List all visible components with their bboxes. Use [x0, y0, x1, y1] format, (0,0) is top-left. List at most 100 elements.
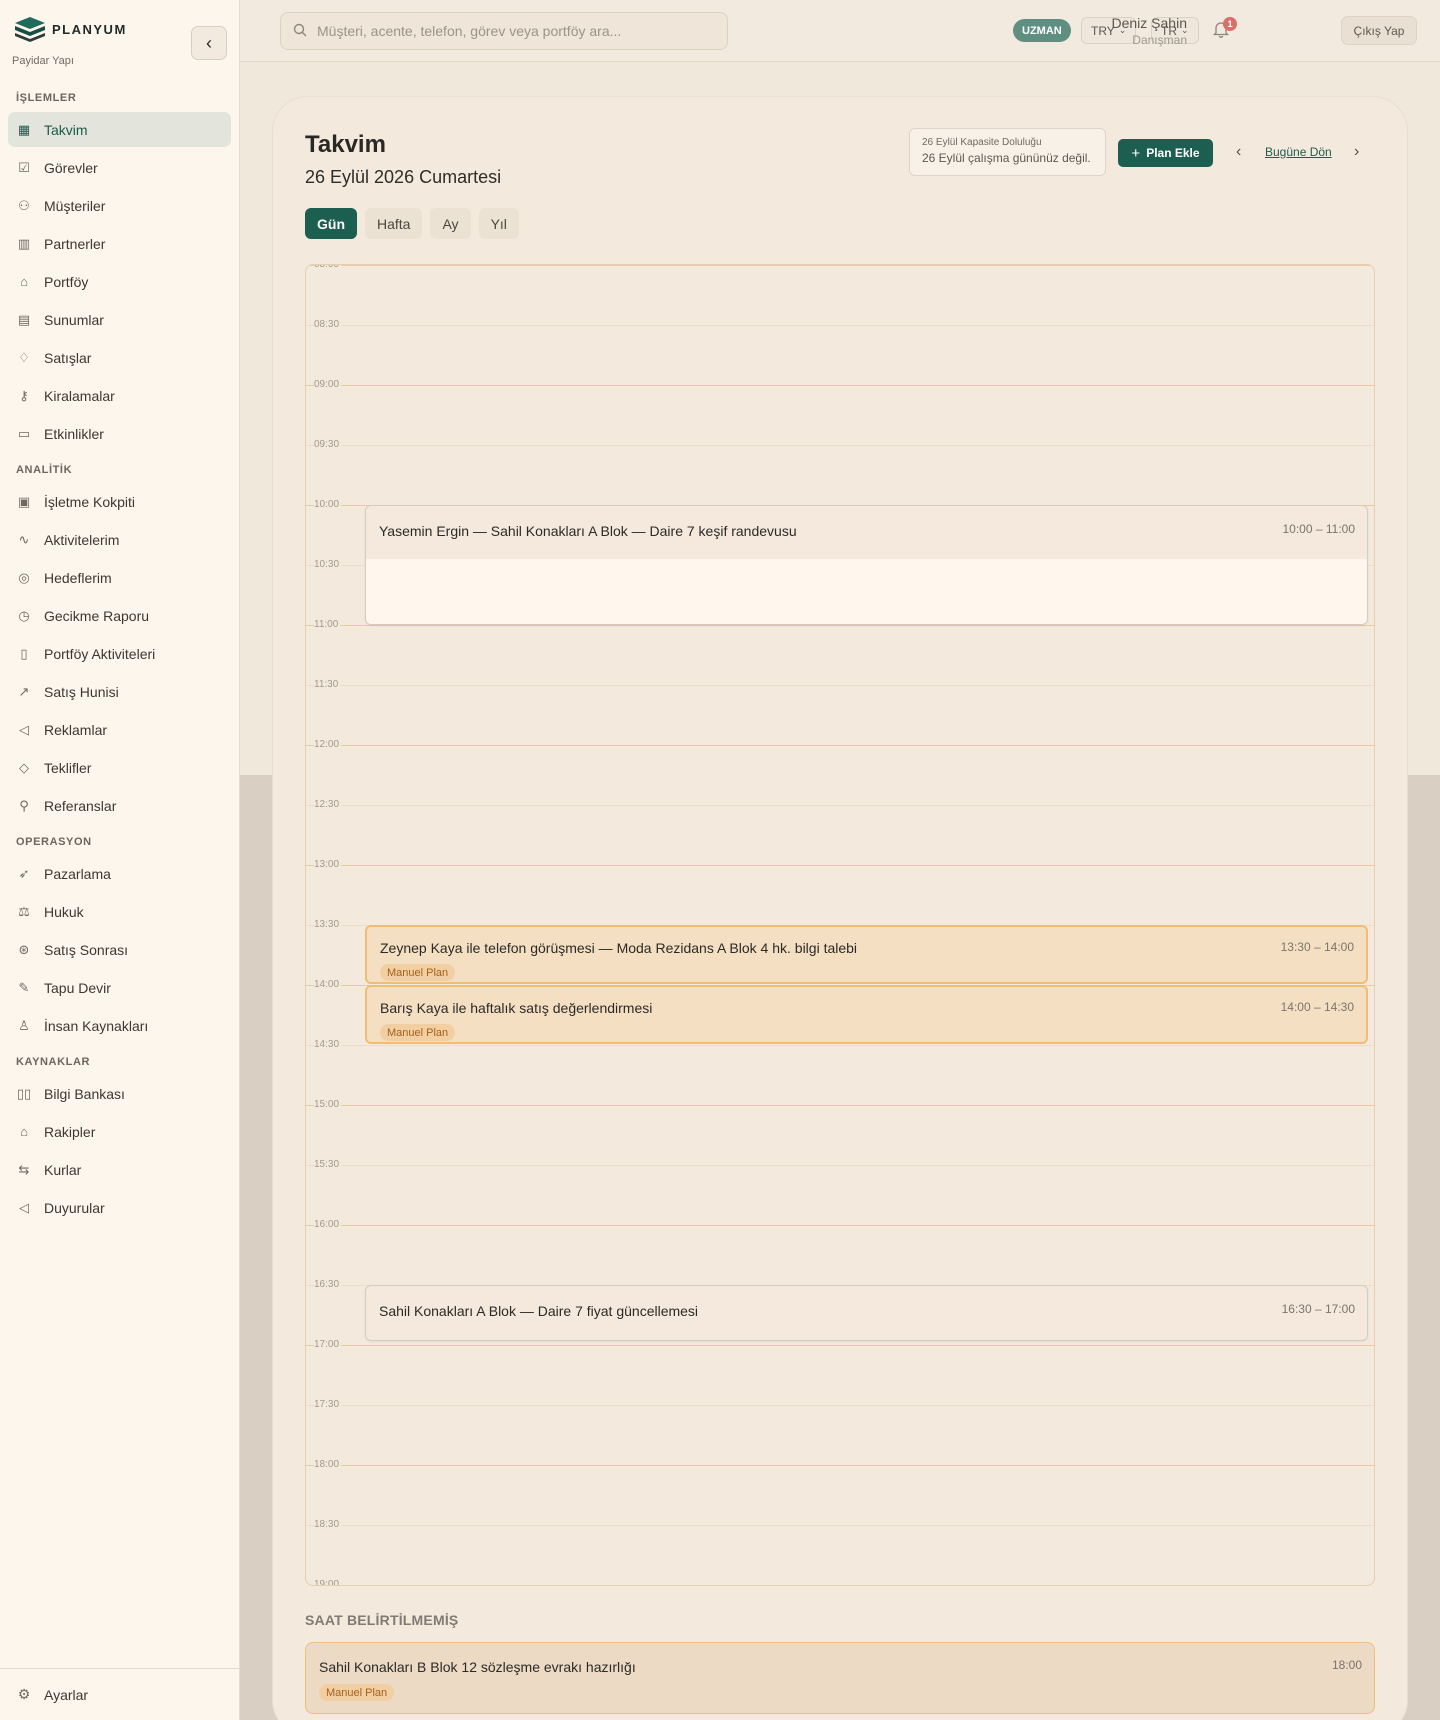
- previous-day-button[interactable]: ‹: [1236, 143, 1241, 161]
- manual-plan-tag: Manuel Plan: [380, 964, 456, 981]
- checkbox-icon: ☑: [18, 159, 30, 175]
- sidebar-item[interactable]: ↗ Satış Hunisi: [8, 674, 231, 709]
- sidebar-item-label: Takvim: [44, 121, 88, 138]
- time-label: 16:30: [314, 1279, 342, 1290]
- nav-section-title: İŞLEMLER: [16, 92, 77, 104]
- calendar-event[interactable]: Sahil Konakları A Blok — Daire 7 fiyat g…: [365, 1285, 1368, 1341]
- calendar-event[interactable]: Zeynep Kaya ile telefon görüşmesi — Moda…: [365, 925, 1368, 984]
- manual-plan-tag: Manuel Plan: [319, 1684, 395, 1701]
- time-label: 10:00: [314, 499, 342, 510]
- sidebar-item[interactable]: ◁ Duyurular: [8, 1190, 231, 1225]
- sidebar-item[interactable]: ⚷ Kiralamalar: [8, 378, 231, 413]
- handshake-icon: ♢: [18, 349, 30, 365]
- sidebar-item-label: Referanslar: [44, 797, 117, 814]
- map-icon: ▯: [20, 645, 28, 661]
- time-label: 11:30: [314, 679, 341, 690]
- hour-gridline: [306, 1345, 1374, 1346]
- sidebar-item[interactable]: ◎ Hedeflerim: [8, 560, 231, 595]
- collapse-sidebar-button[interactable]: ‹: [191, 26, 227, 60]
- time-label: 08:00: [314, 265, 342, 270]
- day-timeline: 08:00 08:30 09:00 09:30 10:00 10:30 11:00 11:30…: [305, 264, 1375, 1586]
- capacity-text: 26 Eylül çalışma gününüz değil.: [922, 151, 1091, 165]
- view-tab[interactable]: Hafta: [365, 208, 423, 239]
- sidebar-item[interactable]: ▦ Takvim: [8, 112, 231, 147]
- clock-icon: ◷: [18, 607, 30, 623]
- time-label: 08:30: [314, 319, 342, 330]
- sidebar-item[interactable]: ⊛ Satış Sonrası: [8, 932, 231, 967]
- nav-section-title: OPERASYON: [16, 836, 92, 848]
- time-label: 12:00: [314, 739, 342, 750]
- view-tab[interactable]: Yıl: [478, 208, 519, 239]
- megaphone-icon: ◁: [19, 1199, 29, 1215]
- sidebar-item[interactable]: ⌂ Rakipler: [8, 1114, 231, 1149]
- sidebar-item[interactable]: ♢ Satışlar: [8, 340, 231, 375]
- page-title: Takvim: [305, 131, 386, 158]
- sidebar-item[interactable]: ⚖ Hukuk: [8, 894, 231, 929]
- sidebar-item-label: Reklamlar: [44, 721, 108, 738]
- sidebar-item[interactable]: ∿ Aktivitelerim: [8, 522, 231, 557]
- sidebar-item-label: Kurlar: [44, 1161, 82, 1178]
- unscheduled-title: SAAT BELİRTİLMEMİŞ: [305, 1612, 459, 1628]
- sidebar-item[interactable]: ◁ Reklamlar: [8, 712, 231, 747]
- file-edit-icon: ✎: [18, 979, 30, 995]
- view-tab[interactable]: Ay: [430, 208, 471, 239]
- logout-button[interactable]: Çıkış Yap: [1341, 16, 1417, 45]
- view-tab[interactable]: Gün: [305, 208, 357, 239]
- settings-link[interactable]: ⚙ Ayarlar: [0, 1668, 240, 1720]
- sidebar-item[interactable]: ⌂ Portföy: [8, 264, 231, 299]
- next-day-button[interactable]: ›: [1354, 143, 1359, 161]
- search-input[interactable]: Müşteri, acente, telefon, görev veya por…: [280, 12, 728, 50]
- tag-icon: ◇: [19, 759, 29, 775]
- event-time: 14:00 – 14:30: [1280, 1000, 1354, 1014]
- hour-gridline: [306, 1585, 1374, 1586]
- sidebar-item[interactable]: ➶ Pazarlama: [8, 856, 231, 891]
- sidebar-item-label: İnsan Kaynakları: [44, 1017, 149, 1034]
- sidebar-item-label: Müşteriler: [44, 197, 106, 214]
- calendar-event[interactable]: Yasemin Ergin — Sahil Konakları A Blok —…: [365, 505, 1368, 625]
- role-badge: UZMAN: [1013, 19, 1071, 42]
- sidebar-item-label: Satışlar: [44, 349, 92, 366]
- hour-gridline: [306, 385, 1374, 386]
- time-label: 17:00: [314, 1339, 342, 1350]
- sidebar-item[interactable]: ⇆ Kurlar: [8, 1152, 231, 1187]
- sidebar-item[interactable]: ▯▯ Bilgi Bankası: [8, 1076, 231, 1111]
- time-label: 09:00: [314, 379, 342, 390]
- sidebar-item[interactable]: ◇ Teklifler: [8, 750, 231, 785]
- sidebar-item[interactable]: ♙ İnsan Kaynakları: [8, 1008, 231, 1043]
- hour-gridline: [306, 325, 1374, 326]
- unscheduled-event[interactable]: Sahil Konakları B Blok 12 sözleşme evrak…: [305, 1642, 1375, 1714]
- sidebar-item[interactable]: ▯ Portföy Aktiviteleri: [8, 636, 231, 671]
- logo[interactable]: PLANYUM: [14, 16, 127, 42]
- building-icon: ▥: [17, 235, 31, 251]
- sidebar-item-label: Partnerler: [44, 235, 106, 252]
- sidebar-item[interactable]: ▥ Partnerler: [8, 226, 231, 261]
- sidebar-item[interactable]: ▭ Etkinlikler: [8, 416, 231, 451]
- sidebar-item-label: Portföy Aktiviteleri: [44, 645, 156, 662]
- event-time: 13:30 – 14:00: [1280, 940, 1354, 954]
- user-role: Danışman: [1132, 33, 1187, 47]
- sidebar-item[interactable]: ▤ Sunumlar: [8, 302, 231, 337]
- sidebar-item-label: Satış Hunisi: [44, 683, 119, 700]
- add-plan-button[interactable]: + Plan Ekle: [1118, 139, 1213, 167]
- user-name[interactable]: Deniz Şahin: [1112, 15, 1188, 31]
- users-icon: ⚇: [18, 197, 30, 213]
- sidebar-item[interactable]: ✎ Tapu Devir: [8, 970, 231, 1005]
- hour-gridline: [306, 265, 1374, 266]
- megaphone-icon: ◁: [19, 721, 29, 737]
- time-label: 19:00: [314, 1579, 342, 1585]
- sidebar-item-label: Sunumlar: [44, 311, 104, 328]
- sidebar-item[interactable]: ☑ Görevler: [8, 150, 231, 185]
- search-placeholder: Müşteri, acente, telefon, görev veya por…: [317, 23, 622, 39]
- calendar-event[interactable]: Barış Kaya ile haftalık satış değerlendi…: [365, 985, 1368, 1044]
- time-label: 15:30: [314, 1159, 342, 1170]
- chevron-left-icon: ‹: [1236, 143, 1242, 160]
- sidebar-item[interactable]: ▣ İşletme Kokpiti: [8, 484, 231, 519]
- sidebar-item[interactable]: ◷ Gecikme Raporu: [8, 598, 231, 633]
- chevron-right-icon: ›: [1354, 143, 1360, 160]
- capacity-title: 26 Eylül Kapasite Doluluğu: [922, 137, 1042, 148]
- today-link[interactable]: Bugüne Dön: [1265, 145, 1332, 159]
- sidebar-item[interactable]: ⚇ Müşteriler: [8, 188, 231, 223]
- plus-icon: +: [1131, 144, 1141, 162]
- sidebar-item[interactable]: ⚲ Referanslar: [8, 788, 231, 823]
- sidebar-item-label: Tapu Devir: [44, 979, 111, 996]
